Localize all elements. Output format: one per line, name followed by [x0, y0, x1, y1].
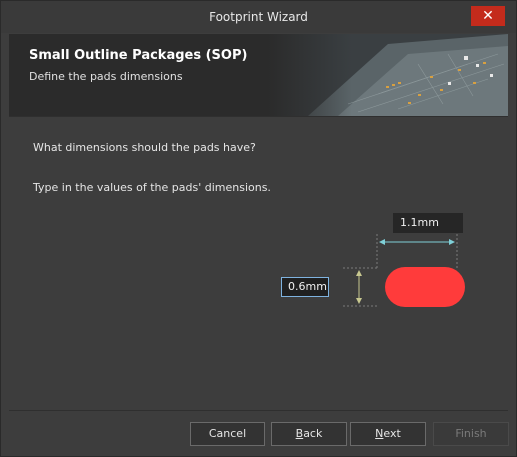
- pad-width-input[interactable]: 1.1mm: [393, 213, 463, 233]
- header-banner: Small Outline Packages (SOP) Define the …: [9, 34, 508, 116]
- title-bar: Footprint Wizard ✕: [1, 1, 516, 33]
- next-button[interactable]: Next: [350, 422, 426, 446]
- content-panel: What dimensions should the pads have? Ty…: [9, 116, 508, 411]
- next-label: ext: [383, 427, 401, 440]
- pcb-banner-image: [268, 34, 508, 116]
- finish-button[interactable]: Finish: [433, 422, 509, 446]
- pad-dimension-diagram: [343, 234, 465, 307]
- cancel-button[interactable]: Cancel: [190, 422, 265, 446]
- page-subtitle: Define the pads dimensions: [29, 70, 183, 83]
- pad-shape: [385, 267, 465, 307]
- back-label: ack: [303, 427, 323, 440]
- width-dimension-arrow: [379, 239, 455, 245]
- close-button[interactable]: ✕: [471, 6, 505, 26]
- pad-height-input[interactable]: 0.6mm: [281, 277, 329, 297]
- page-title: Small Outline Packages (SOP): [29, 48, 248, 63]
- footprint-wizard-window: Footprint Wizard ✕ Small Outline Package…: [0, 0, 517, 457]
- close-icon: ✕: [482, 8, 494, 24]
- back-button[interactable]: Back: [271, 422, 347, 446]
- window-title: Footprint Wizard: [209, 10, 308, 24]
- question-text: What dimensions should the pads have?: [33, 141, 256, 154]
- height-dimension-arrow: [356, 270, 362, 304]
- instruction-text: Type in the values of the pads' dimensio…: [33, 181, 271, 194]
